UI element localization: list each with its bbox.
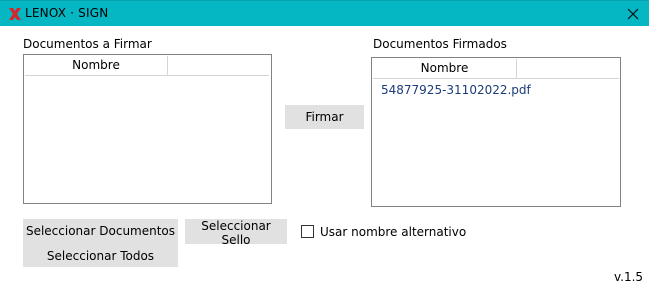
signed-documents-list[interactable]: Nombre 54877925-31102022.pdf [371, 57, 621, 207]
sign-button[interactable]: Firmar [285, 105, 364, 129]
select-all-button[interactable]: Seleccionar Todos [23, 248, 178, 264]
lenox-logo-icon [8, 7, 22, 21]
close-button[interactable] [622, 3, 644, 25]
select-documents-button[interactable]: Seleccionar Documentos [23, 223, 178, 239]
version-label: v.1.5 [614, 270, 644, 284]
title-bar: LENOX · SIGN [0, 0, 649, 26]
documents-to-sign-list[interactable]: Nombre [23, 54, 272, 204]
documents-to-sign-label: Documentos a Firmar [23, 37, 152, 51]
column-header-nombre[interactable]: Nombre [373, 59, 517, 78]
documents-to-sign-header[interactable]: Nombre [25, 56, 269, 76]
signed-documents-label: Documentos Firmados [373, 37, 507, 51]
close-icon [627, 8, 639, 20]
column-header-nombre[interactable]: Nombre [25, 56, 168, 75]
signed-documents-header[interactable]: Nombre [373, 59, 619, 79]
alt-name-label: Usar nombre alternativo [320, 225, 467, 239]
select-buttons-group: Seleccionar Documentos Seleccionar Todos [23, 219, 178, 267]
signed-file-item[interactable]: 54877925-31102022.pdf [381, 83, 531, 97]
alt-name-checkbox[interactable] [301, 225, 314, 238]
select-seal-button[interactable]: Seleccionar Sello [185, 219, 287, 247]
window-title: LENOX · SIGN [25, 6, 109, 20]
